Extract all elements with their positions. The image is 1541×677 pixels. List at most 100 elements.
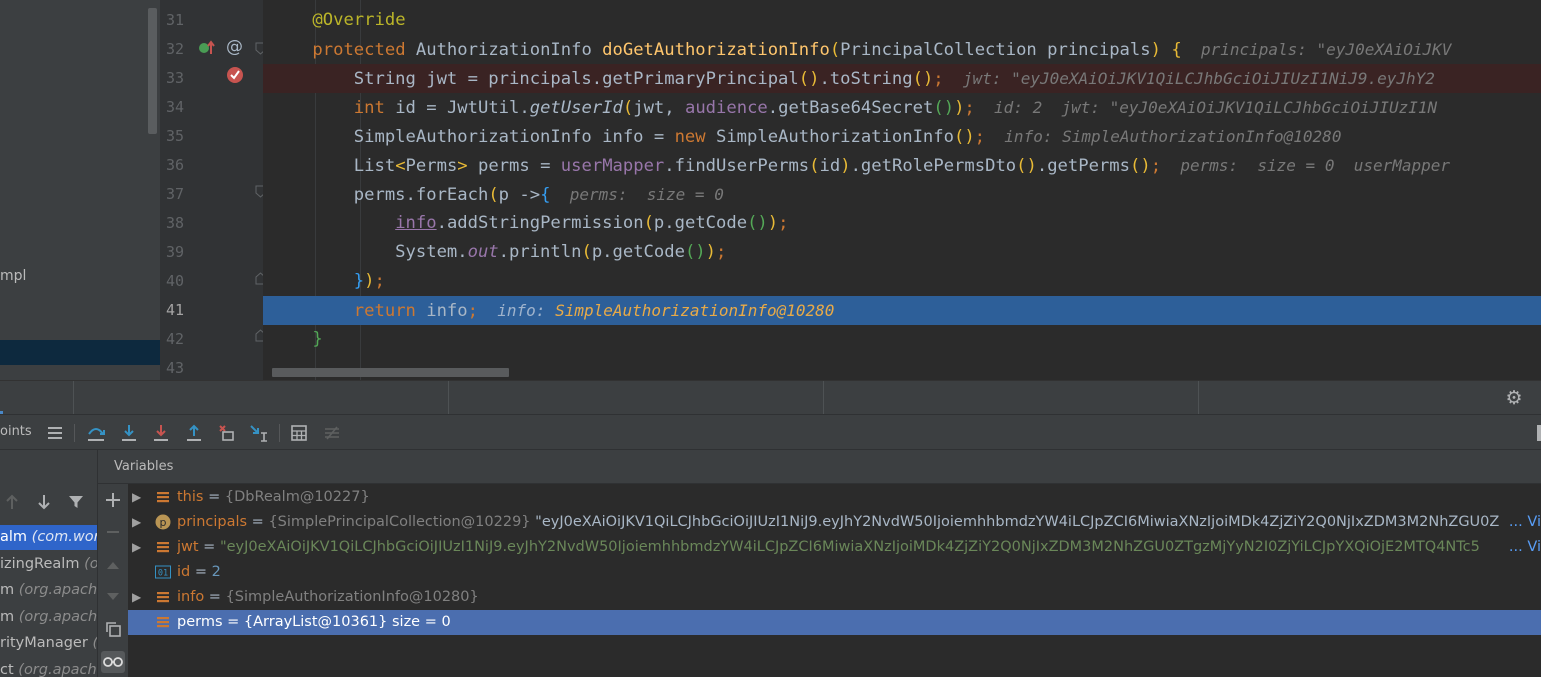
- execution-point-line[interactable]: return info; info: SimpleAuthorizationIn…: [263, 296, 1541, 325]
- project-item[interactable]: mpl: [0, 268, 26, 284]
- restore-layout-icon[interactable]: [1537, 425, 1541, 441]
- code-token: }: [312, 329, 323, 349]
- variable-value: "eyJ0eXAiOiJKV1QiLCJhbGciOiJIUzI1NiJ9.ey…: [530, 514, 1500, 530]
- line-number[interactable]: 33: [166, 64, 194, 93]
- code-line[interactable]: SimpleAuthorizationInfo info = new Simpl…: [263, 122, 1541, 151]
- move-up-icon[interactable]: [102, 554, 124, 576]
- move-down-icon[interactable]: [102, 586, 124, 608]
- code-line[interactable]: });: [263, 267, 1541, 296]
- svg-text:01: 01: [158, 569, 168, 579]
- code-token: .addStringPermission: [436, 213, 644, 233]
- code-token: (: [488, 185, 499, 205]
- variable-row-info[interactable]: ▶ info = {SimpleAuthorizationInfo@10280}: [128, 585, 1541, 610]
- breakpoints-tab[interactable]: oints: [0, 424, 32, 439]
- force-step-into-icon[interactable]: [150, 422, 172, 444]
- code-line[interactable]: protected AuthorizationInfo doGetAuthori…: [263, 35, 1541, 64]
- drop-frame-icon[interactable]: [215, 422, 237, 444]
- expand-arrow-icon[interactable]: ▶: [132, 485, 144, 510]
- implements-method-icon[interactable]: [198, 39, 218, 57]
- stack-frame[interactable]: m (org.apache: [0, 605, 97, 630]
- show-watches-icon[interactable]: [101, 651, 125, 673]
- code-line[interactable]: perms.forEach(p ->{ perms: size = 0: [263, 180, 1541, 209]
- breakpoint-icon[interactable]: [226, 66, 244, 84]
- line-number[interactable]: 42: [166, 325, 194, 354]
- project-scrollbar[interactable]: [148, 8, 157, 134]
- annotation-icon[interactable]: @: [226, 37, 243, 57]
- field-icon: [155, 614, 171, 630]
- frames-menu-icon[interactable]: [44, 422, 66, 444]
- line-number[interactable]: 31: [166, 6, 194, 35]
- code-token: info: [395, 213, 437, 233]
- filter-icon[interactable]: [66, 492, 86, 512]
- code-token: PrincipalCollection principals: [840, 40, 1151, 60]
- stack-frame[interactable]: alm (com.wor: [0, 525, 97, 550]
- editor-gutter[interactable]: 31 32 33 34 35 36 37 38 39 40 41 42 43 @: [160, 0, 266, 383]
- expand-arrow-icon[interactable]: ▶: [132, 535, 144, 560]
- code-line[interactable]: info.addStringPermission(p.getCode());: [263, 209, 1541, 238]
- project-selected-row[interactable]: [0, 340, 160, 365]
- inline-debug-value: perms: size = 0: [550, 185, 724, 204]
- code-line[interactable]: }: [263, 325, 1541, 354]
- variable-row-this[interactable]: ▶ this = {DbRealm@10227}: [128, 485, 1541, 510]
- copy-icon[interactable]: [102, 618, 124, 640]
- expand-arrow-icon[interactable]: ▶: [132, 510, 144, 535]
- code-token: out: [467, 242, 499, 262]
- variable-name: this: [177, 489, 204, 505]
- variables-tree[interactable]: ▶ this = {DbRealm@10227} ▶ p principals = {S…: [128, 485, 1541, 677]
- code-line[interactable]: List<Perms> perms = userMapper.findUserP…: [263, 151, 1541, 180]
- view-link[interactable]: ... Vi: [1505, 510, 1541, 535]
- variables-side-toolbar: [97, 450, 128, 677]
- inline-debug-value: SimpleAuthorizationInfo@10280: [555, 301, 835, 320]
- frame-down-icon[interactable]: [34, 492, 54, 512]
- code-token: ;: [933, 69, 944, 89]
- code-token: ;: [374, 271, 385, 291]
- stack-frame[interactable]: ct (org.apach: [0, 658, 97, 677]
- stack-frame[interactable]: rityManager (: [0, 631, 97, 656]
- code-token: SimpleAuthorizationInfo info =: [271, 127, 675, 147]
- expand-arrow-icon[interactable]: ▶: [132, 585, 144, 610]
- variable-row-principals[interactable]: ▶ p principals = {SimplePrincipalCollectio…: [128, 510, 1541, 535]
- code-token: ): [954, 98, 965, 118]
- stack-frame[interactable]: izingRealm (o: [0, 552, 97, 577]
- run-to-cursor-icon[interactable]: [248, 422, 270, 444]
- code-token: ;: [1150, 156, 1162, 176]
- line-number[interactable]: 34: [166, 93, 194, 122]
- variable-row-perms[interactable]: perms = {ArrayList@10361} size = 0: [128, 610, 1541, 635]
- remove-watch-icon[interactable]: [102, 521, 124, 543]
- line-number[interactable]: 35: [166, 122, 194, 151]
- line-number[interactable]: 40: [166, 267, 194, 296]
- code-token: .println: [498, 242, 582, 262]
- view-link[interactable]: ... Vi: [1505, 535, 1541, 560]
- code-token: (): [684, 242, 706, 262]
- variable-row-jwt[interactable]: ▶ jwt = "eyJ0eXAiOiJKV1QiLCJhbGciOiJIUzI1…: [128, 535, 1541, 560]
- step-out-icon[interactable]: [183, 422, 205, 444]
- step-into-icon[interactable]: [118, 422, 140, 444]
- line-number[interactable]: 37: [166, 180, 194, 209]
- line-number[interactable]: 41: [166, 296, 194, 325]
- new-watch-icon[interactable]: [102, 489, 124, 511]
- code-token: AuthorizationInfo: [415, 40, 603, 60]
- trace-disabled-icon[interactable]: [321, 422, 343, 444]
- code-line[interactable]: @Override: [263, 6, 1541, 35]
- stack-frame[interactable]: m (org.apache: [0, 578, 97, 603]
- editor-horizontal-scrollbar[interactable]: [272, 368, 509, 377]
- line-number[interactable]: 32: [166, 35, 194, 64]
- frame-method: m: [0, 608, 19, 625]
- line-number[interactable]: 38: [166, 209, 194, 238]
- line-number[interactable]: 43: [166, 354, 194, 383]
- project-panel[interactable]: mpl: [0, 0, 160, 380]
- breakpoint-line[interactable]: String jwt = principals.getPrimaryPrinci…: [263, 64, 1541, 93]
- evaluate-expression-icon[interactable]: [288, 422, 310, 444]
- code-line[interactable]: System.out.println(p.getCode());: [263, 238, 1541, 267]
- line-number[interactable]: 39: [166, 238, 194, 267]
- code-line[interactable]: int id = JwtUtil.getUserId(jwt, audience…: [263, 93, 1541, 122]
- frame-up-icon[interactable]: [2, 492, 22, 512]
- variable-row-id[interactable]: 01 id = 2: [128, 560, 1541, 585]
- line-number[interactable]: 36: [166, 151, 194, 180]
- code-token: {: [1171, 40, 1182, 60]
- settings-gear-icon[interactable]: ⚙: [1504, 388, 1524, 408]
- code-editor[interactable]: @Override protected AuthorizationInfo do…: [263, 0, 1541, 380]
- step-over-icon[interactable]: [85, 422, 107, 444]
